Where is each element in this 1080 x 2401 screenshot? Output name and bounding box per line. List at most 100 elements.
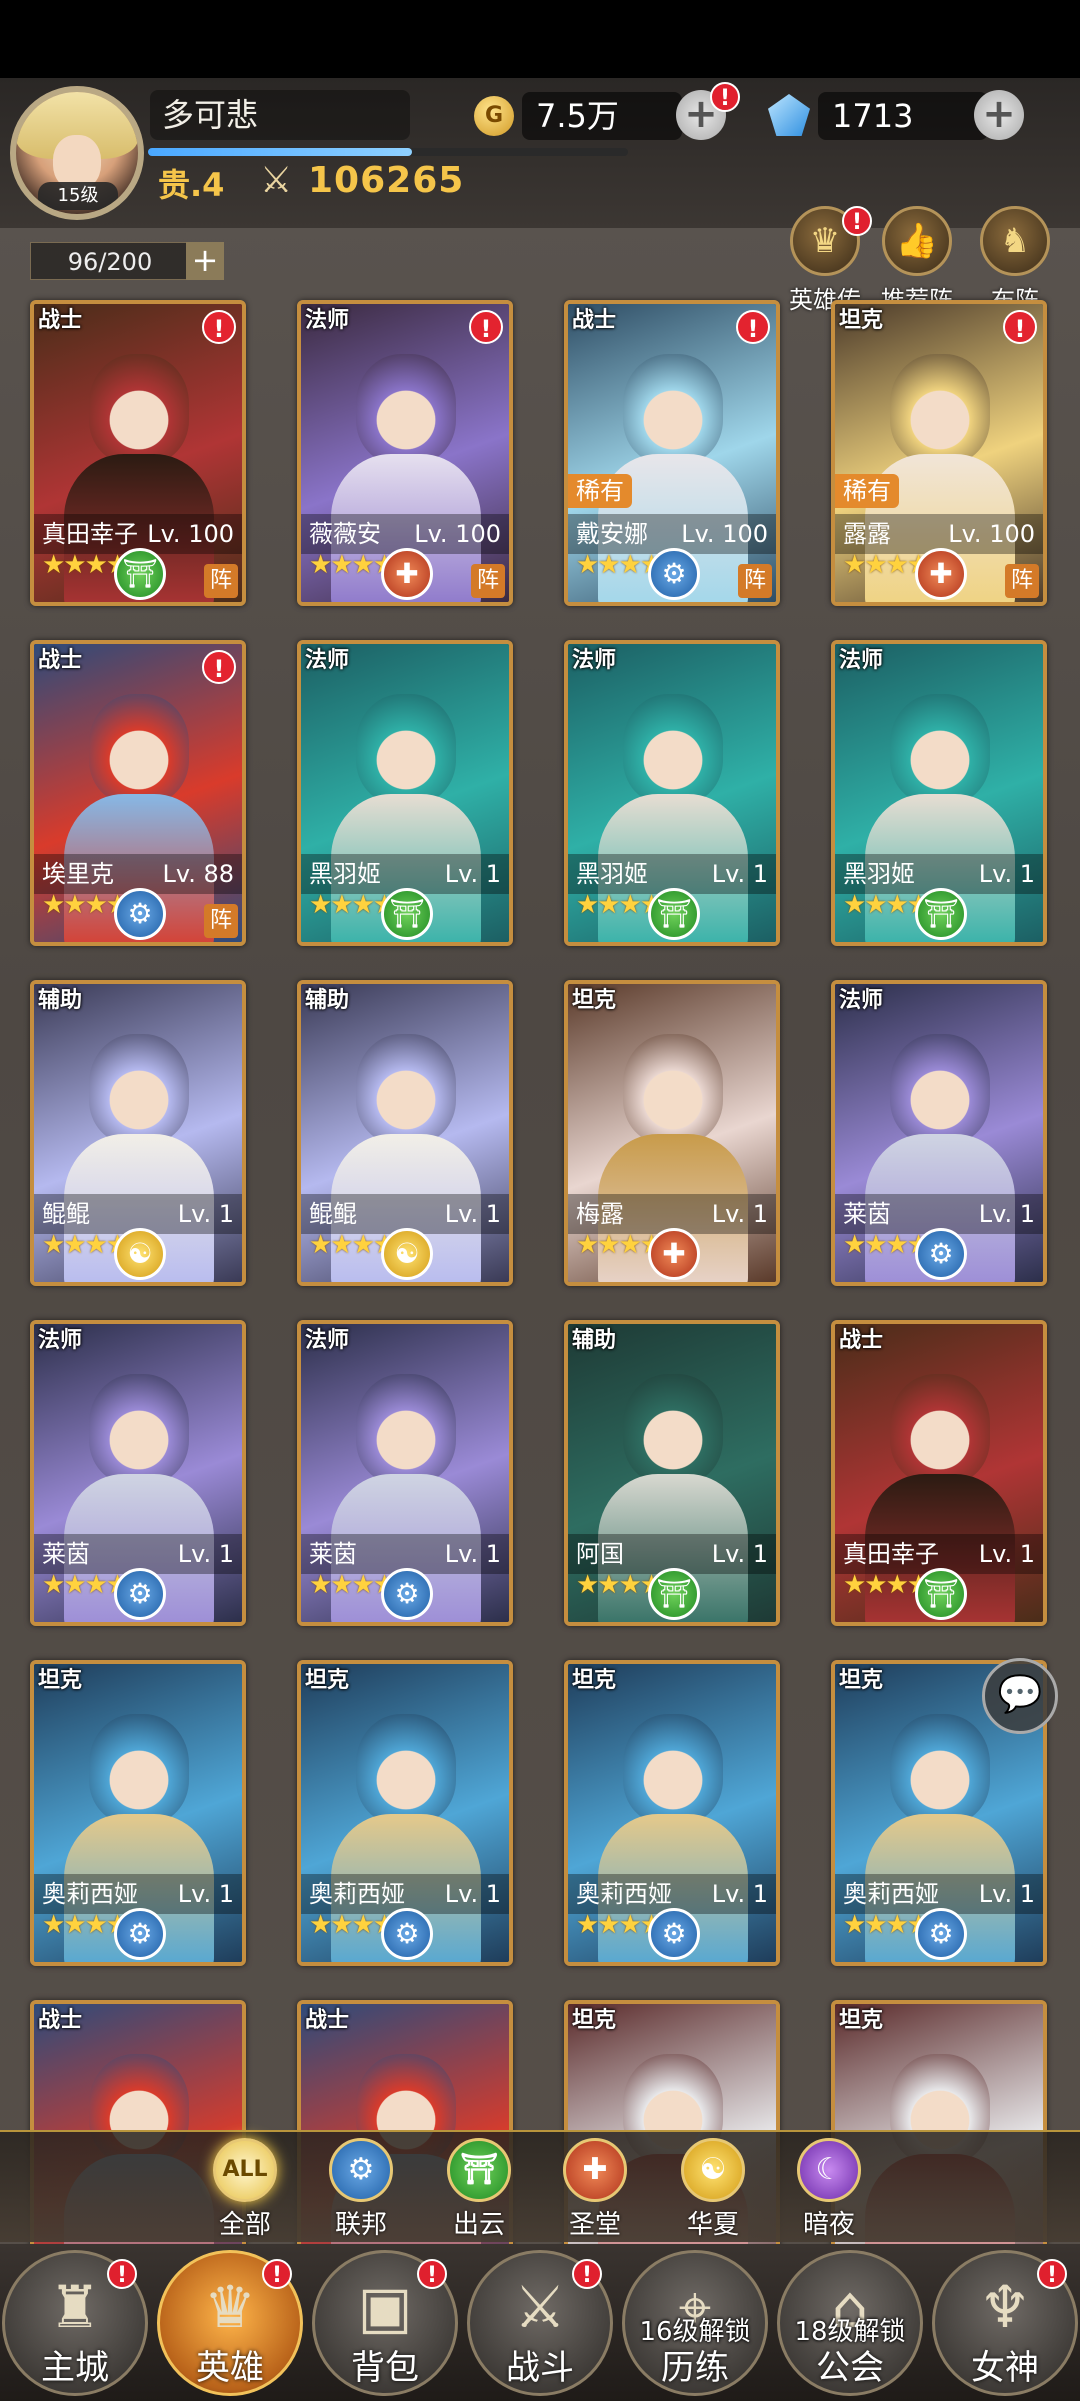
hero-card[interactable]: 辅助 阿国 Lv. 1 ★★★★★ ⛩ [564, 1320, 780, 1626]
hero-head-shape [356, 1374, 456, 1484]
hero-level: Lv. 1 [444, 1200, 501, 1228]
hero-name: 露露 [843, 520, 891, 548]
hero-level: Lv. 88 [162, 860, 234, 888]
nav-backpack[interactable]: ▣ 背包! [312, 2250, 458, 2396]
filter-all[interactable]: ALL 全部 [190, 2138, 300, 2241]
hero-head-shape [623, 354, 723, 464]
nav-label: 主城 [41, 2348, 109, 2388]
in-formation-tag: 阵 [738, 564, 772, 598]
alert-badge-icon: ! [202, 310, 236, 344]
filter-federation[interactable]: ⚙ 联邦 [306, 2138, 416, 2241]
hero-role-tag: 战士 [839, 1328, 884, 1353]
chat-bubble-icon[interactable]: 💬 [982, 1658, 1058, 1734]
hero-level: Lv. 1 [444, 1540, 501, 1568]
hero-role-tag: 坦克 [572, 2008, 617, 2033]
hero-card[interactable]: 坦克 奥莉西娅 Lv. 1 ★★★★★ ⚙ [30, 1660, 246, 1966]
nav-label: 英雄 [196, 2348, 264, 2388]
player-avatar[interactable]: 15级 [10, 86, 144, 220]
nav-map-pin[interactable]: ⌖ 16级解锁 历练 [622, 2250, 768, 2396]
huaxia-faction-icon: ☯ [114, 1228, 166, 1280]
hero-head-shape [356, 694, 456, 804]
hero-head-shape [89, 1034, 189, 1144]
player-top-bar: 15级 多可悲 贵.4 ⚔ 106265 G 7.5万 + ! 1713 + 9… [0, 78, 1080, 314]
rarity-tag: 稀有 [568, 474, 632, 508]
hero-card[interactable]: 坦克 梅露 Lv. 1 ★★★★★ ✚ [564, 980, 780, 1286]
nav-guild[interactable]: ⌂ 18级解锁 公会 [777, 2250, 923, 2396]
filter-night[interactable]: ☾ 暗夜 [774, 2138, 884, 2241]
federation-faction-icon: ⚙ [381, 1568, 433, 1620]
nav-swords[interactable]: ⚔ 战斗! [467, 2250, 613, 2396]
filter-chuyun[interactable]: ⛩ 出云 [424, 2138, 534, 2241]
expand-capacity-button[interactable]: + [186, 242, 224, 280]
federation-faction-icon: ⚙ [114, 1568, 166, 1620]
hero-head-shape [89, 1714, 189, 1824]
hero-role-tag: 辅助 [38, 988, 83, 1013]
hero-card[interactable]: 法师 莱茵 Lv. 1 ★★★★★ ⚙ [30, 1320, 246, 1626]
gold-amount: 7.5万 [522, 92, 682, 140]
hero-name: 鲲鲲 [309, 1200, 357, 1228]
hero-card[interactable]: 法师 莱茵 Lv. 1 ★★★★★ ⚙ [831, 980, 1047, 1286]
add-gems-button[interactable]: + [974, 90, 1024, 140]
nav-hero[interactable]: ♛ 英雄! [157, 2250, 303, 2396]
combat-power: 106265 [308, 160, 465, 201]
hero-card[interactable]: 战士 真田幸子 Lv. 1 ★★★★★ ⛩ [831, 1320, 1047, 1626]
hero-card[interactable]: 战士! 埃里克 Lv. 88 ★★★★★ ⚙ 阵 [30, 640, 246, 946]
crossed-swords-icon: ⚔ [260, 160, 293, 201]
hero-name: 薇薇安 [309, 520, 381, 548]
holy-faction-icon: ✚ [381, 548, 433, 600]
hero-head-shape [89, 694, 189, 804]
hero-name: 黑羽姬 [576, 860, 648, 888]
chuyun-filter-icon: ⛩ [447, 2138, 511, 2202]
hero-card[interactable]: 法师 黑羽姬 Lv. 1 ★★★★★ ⛩ [297, 640, 513, 946]
night-filter-icon: ☾ [797, 2138, 861, 2202]
hero-level: Lv. 1 [978, 860, 1035, 888]
hero-card[interactable]: 战士! 真田幸子 Lv. 100 ★★★★★ ⛩ 阵 [30, 300, 246, 606]
hero-name: 阿国 [576, 1540, 624, 1568]
hero-role-tag: 战士 [38, 308, 83, 333]
hero-card[interactable]: 法师 莱茵 Lv. 1 ★★★★★ ⚙ [297, 1320, 513, 1626]
hero-head-shape [356, 354, 456, 464]
nav-goddess[interactable]: ♆ 女神! [932, 2250, 1078, 2396]
hero-head-shape [356, 1034, 456, 1144]
hero-card[interactable]: 法师 黑羽姬 Lv. 1 ★★★★★ ⛩ [831, 640, 1047, 946]
hero-card[interactable]: 法师! 薇薇安 Lv. 100 ★★★★★ ✚ 阵 [297, 300, 513, 606]
hero-card[interactable]: 法师 黑羽姬 Lv. 1 ★★★★★ ⛩ [564, 640, 780, 946]
hero-card[interactable]: 坦克 稀有! 露露 Lv. 100 ★★★★★ ✚ 阵 [831, 300, 1047, 606]
federation-faction-icon: ⚙ [114, 1908, 166, 1960]
hero-name: 梅露 [576, 1200, 624, 1228]
hero-role-tag: 辅助 [305, 988, 350, 1013]
hero-card[interactable]: 坦克 奥莉西娅 Lv. 1 ★★★★★ ⚙ [297, 1660, 513, 1966]
hero-head-shape [890, 1714, 990, 1824]
hero-card[interactable]: 战士 稀有! 戴安娜 Lv. 100 ★★★★★ ⚙ 阵 [564, 300, 780, 606]
nav-castle[interactable]: ♜ 主城! [2, 2250, 148, 2396]
holy-faction-icon: ✚ [648, 1228, 700, 1280]
hero-level: Lv. 1 [711, 860, 768, 888]
holy-filter-icon: ✚ [563, 2138, 627, 2202]
hero-head-shape [623, 1034, 723, 1144]
hero-card[interactable]: 坦克 奥莉西娅 Lv. 1 ★★★★★ ⚙ [564, 1660, 780, 1966]
in-formation-tag: 阵 [204, 564, 238, 598]
hero-card[interactable]: 辅助 鲲鲲 Lv. 1 ★★★★★ ☯ [297, 980, 513, 1286]
chuyun-faction-icon: ⛩ [114, 548, 166, 600]
alert-badge-icon: ! [202, 650, 236, 684]
player-name[interactable]: 多可悲 [150, 90, 410, 140]
alert-badge-icon: ! [469, 310, 503, 344]
hero-name: 奥莉西娅 [576, 1880, 672, 1908]
alert-badge-icon: ! [572, 2259, 602, 2289]
hero-card[interactable]: 辅助 鲲鲲 Lv. 1 ★★★★★ ☯ [30, 980, 246, 1286]
federation-faction-icon: ⚙ [381, 1908, 433, 1960]
federation-faction-icon: ⚙ [915, 1228, 967, 1280]
hero-role-tag: 法师 [38, 1328, 83, 1353]
hero-head-shape [356, 1714, 456, 1824]
chuyun-faction-icon: ⛩ [381, 888, 433, 940]
alert-badge-icon: ! [736, 310, 770, 344]
in-formation-tag: 阵 [471, 564, 505, 598]
filter-holy[interactable]: ✚ 圣堂 [540, 2138, 650, 2241]
federation-filter-icon: ⚙ [329, 2138, 393, 2202]
hero-name: 真田幸子 [42, 520, 138, 548]
filter-huaxia[interactable]: ☯ 华夏 [658, 2138, 768, 2241]
hero-level: Lv. 1 [978, 1200, 1035, 1228]
hero-role-tag: 坦克 [839, 1668, 884, 1693]
hero-name: 戴安娜 [576, 520, 648, 548]
nav-label: 公会 [816, 2348, 884, 2388]
